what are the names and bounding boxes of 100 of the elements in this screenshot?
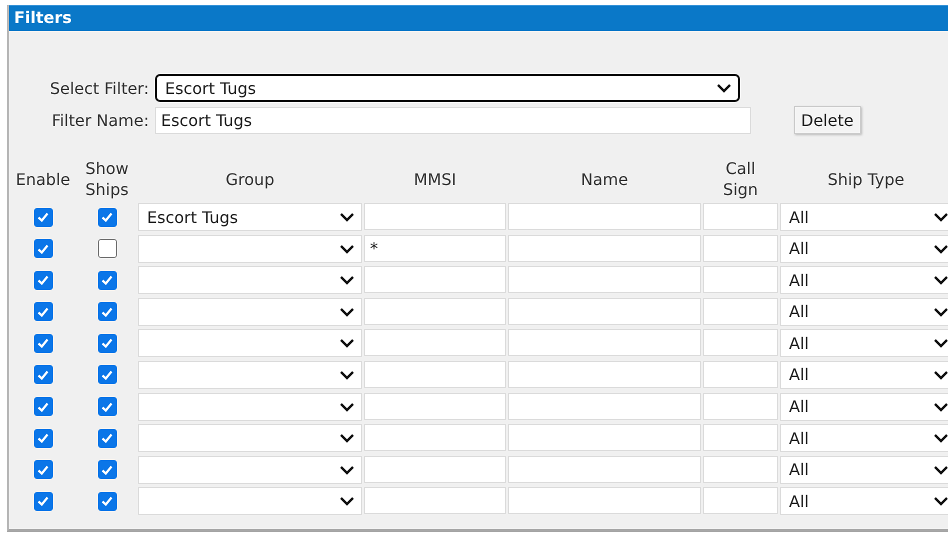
chevron-icon: [933, 338, 948, 348]
ship-type-dropdown[interactable]: All: [780, 487, 948, 516]
ship-type-dropdown[interactable]: All: [780, 360, 948, 389]
name-field[interactable]: [508, 203, 701, 230]
name-field[interactable]: [508, 392, 701, 420]
mmsi-field[interactable]: [364, 392, 506, 420]
show-ships-checkbox[interactable]: [98, 397, 116, 416]
ship-type-dropdown[interactable]: All: [780, 424, 948, 452]
group-dropdown[interactable]: [138, 456, 362, 484]
name-field[interactable]: [508, 487, 701, 514]
ship-type-dropdown[interactable]: All: [780, 456, 948, 484]
mmsi-field[interactable]: [364, 424, 506, 452]
enable-checkbox[interactable]: [34, 428, 52, 448]
select-filter-dropdown[interactable]: Escort Tugs: [155, 74, 740, 102]
group-dropdown[interactable]: [138, 298, 362, 326]
chevron-icon: [933, 464, 948, 475]
name-field[interactable]: [508, 329, 701, 356]
column-header: Enable: [14, 168, 72, 190]
chevron-icon: [339, 433, 355, 444]
chevron-icon: [933, 212, 948, 222]
call-sign-field[interactable]: [703, 234, 778, 262]
show-ships-checkbox[interactable]: [98, 428, 116, 448]
show-ships-checkbox[interactable]: [98, 270, 116, 290]
group-dropdown[interactable]: [138, 234, 362, 263]
name-field[interactable]: [508, 456, 701, 483]
enable-checkbox[interactable]: [34, 239, 52, 258]
group-dropdown[interactable]: [138, 360, 362, 389]
show-ships-checkbox[interactable]: [98, 208, 116, 226]
call-sign-field[interactable]: [703, 456, 778, 483]
checkmark-icon: [100, 494, 114, 508]
show-ships-checkbox[interactable]: [98, 334, 116, 353]
call-sign-field[interactable]: [703, 266, 778, 294]
call-sign-field[interactable]: [703, 487, 778, 514]
group-dropdown[interactable]: [138, 424, 362, 452]
call-sign-field[interactable]: [703, 360, 778, 388]
ship-type-dropdown[interactable]: All: [780, 298, 948, 326]
ship-type-dropdown[interactable]: All: [780, 329, 948, 358]
show-ships-checkbox[interactable]: [98, 302, 116, 322]
chevron-icon: [933, 306, 948, 317]
enable-checkbox[interactable]: [34, 270, 52, 290]
group-dropdown[interactable]: [138, 266, 362, 294]
ship-type-dropdown[interactable]: All: [780, 266, 948, 294]
checkmark-icon: [36, 431, 50, 446]
ship-type-dropdown[interactable]: All: [780, 392, 948, 421]
group-dropdown[interactable]: Escort Tugs: [138, 203, 362, 231]
enable-checkbox[interactable]: [34, 397, 52, 416]
column-header: Group: [224, 168, 276, 190]
show-ships-checkbox[interactable]: [98, 492, 116, 511]
checkmark-icon: [36, 336, 50, 350]
filter-name-label: Filter Name:: [50, 110, 149, 130]
mmsi-field[interactable]: [364, 360, 506, 388]
name-field[interactable]: [508, 360, 701, 388]
mmsi-field[interactable]: [364, 456, 506, 483]
group-dropdown[interactable]: [138, 487, 362, 516]
name-field[interactable]: [508, 266, 701, 294]
chevron-icon: [339, 496, 355, 506]
checkmark-icon: [100, 431, 114, 446]
enable-checkbox[interactable]: [34, 460, 52, 480]
enable-checkbox[interactable]: [34, 302, 52, 322]
show-ships-checkbox[interactable]: [98, 239, 116, 258]
ship-type-dropdown[interactable]: All: [780, 234, 948, 263]
show-ships-checkbox[interactable]: [98, 365, 116, 384]
chevron-icon: [339, 402, 355, 412]
column-header: Ship Type: [826, 168, 906, 190]
call-sign-field[interactable]: [703, 329, 778, 356]
name-field[interactable]: [508, 424, 701, 452]
mmsi-field[interactable]: [364, 266, 506, 294]
name-field[interactable]: [508, 234, 701, 262]
chevron-icon: [339, 275, 355, 286]
mmsi-field[interactable]: *: [364, 234, 506, 262]
enable-checkbox[interactable]: [34, 334, 52, 353]
checkmark-icon: [36, 494, 50, 508]
call-sign-field[interactable]: [703, 298, 778, 325]
column-header: Call Sign: [722, 158, 759, 200]
mmsi-field[interactable]: [364, 487, 506, 514]
filter-name-field[interactable]: Escort Tugs: [155, 106, 751, 134]
delete-button[interactable]: Delete: [794, 106, 861, 134]
mmsi-field[interactable]: [364, 298, 506, 325]
call-sign-field[interactable]: [703, 392, 778, 420]
chevron-icon: [933, 244, 948, 254]
panel-title: Filters: [9, 5, 948, 31]
mmsi-field[interactable]: [364, 329, 506, 356]
select-filter-label: Select Filter:: [48, 78, 149, 98]
checkmark-icon: [100, 273, 114, 288]
show-ships-checkbox[interactable]: [98, 460, 116, 480]
checkmark-icon: [100, 336, 114, 350]
enable-checkbox[interactable]: [34, 208, 52, 226]
chevron-icon: [933, 433, 948, 444]
group-dropdown[interactable]: [138, 329, 362, 358]
mmsi-field[interactable]: [364, 203, 506, 230]
ship-type-dropdown[interactable]: All: [780, 203, 948, 231]
checkmark-icon: [36, 273, 50, 288]
call-sign-field[interactable]: [703, 424, 778, 452]
enable-checkbox[interactable]: [34, 492, 52, 511]
enable-checkbox[interactable]: [34, 365, 52, 384]
name-field[interactable]: [508, 298, 701, 325]
chevron-icon: [933, 275, 948, 286]
group-dropdown[interactable]: [138, 392, 362, 421]
call-sign-field[interactable]: [703, 203, 778, 230]
column-header: MMSI: [412, 168, 458, 190]
